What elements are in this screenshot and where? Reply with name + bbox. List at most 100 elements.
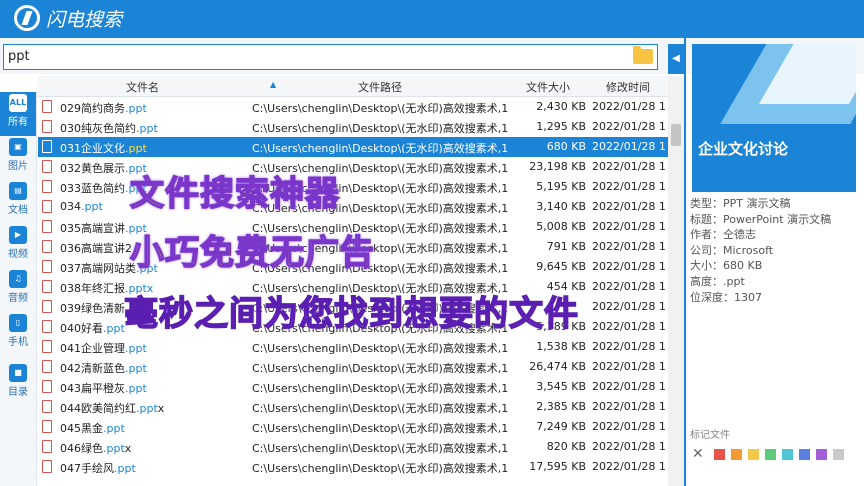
file-modified: 2022/01/28 1 — [592, 200, 666, 213]
scrollbar-thumb[interactable] — [671, 124, 681, 146]
table-row[interactable]: 044欧美简约红.pptx C:\Users\chenglin\Desktop\(… — [38, 397, 668, 417]
file-size: 2,385 KB — [536, 400, 586, 413]
file-size: 791 KB — [546, 240, 586, 253]
file-name-text: 041企业管理 — [60, 342, 125, 355]
file-modified: 2022/01/28 1 — [592, 340, 666, 353]
all-icon: ALL — [9, 94, 27, 112]
collapse-panel-button[interactable]: ◀ — [668, 44, 684, 74]
lightning-logo-icon — [14, 5, 40, 31]
file-size: 5,008 KB — [536, 220, 586, 233]
file-name: 044欧美简约红.pptx — [60, 400, 164, 416]
file-preview: 企业文化讨论 — [692, 44, 856, 192]
file-path: C:\Users\chenglin\Desktop\(无水印)高效搜素术,10.… — [252, 442, 508, 455]
file-modified: 2022/01/28 1 — [592, 320, 666, 333]
sidebar-item-label: 手机 — [8, 337, 28, 348]
property-author: 作者：仝德志 — [690, 228, 756, 242]
file-path: C:\Users\chenglin\Desktop\(无水印)高效搜素术,10.… — [252, 102, 508, 115]
document-icon: ▤ — [9, 182, 27, 200]
file-path: C:\Users\chenglin\Desktop\(无水印)高效搜素术,10.… — [252, 342, 508, 355]
file-modified: 2022/01/28 1 — [592, 300, 666, 313]
ppt-file-icon — [42, 280, 52, 293]
ppt-file-icon — [42, 460, 52, 473]
table-row[interactable]: 043扁平橙灰.ppt C:\Users\chenglin\Desktop\(无水… — [38, 377, 668, 397]
sidebar-item-video[interactable]: ▶ 视频 — [0, 224, 36, 268]
file-name-text: 032黄色展示 — [60, 162, 125, 175]
file-size: 680 KB — [546, 140, 586, 153]
column-header-name[interactable]: 文件名 — [126, 79, 159, 95]
file-name: 043扁平橙灰.ppt — [60, 380, 147, 396]
color-mark-swatch[interactable] — [799, 449, 810, 460]
file-name-text: 040好看 — [60, 322, 103, 335]
ppt-file-icon — [42, 400, 52, 413]
file-name-text: 029简约商务 — [60, 102, 125, 115]
file-extension: .ppt — [103, 422, 125, 435]
file-modified: 2022/01/28 1 — [592, 360, 666, 373]
vertical-scrollbar[interactable] — [668, 76, 684, 486]
color-mark-swatch[interactable] — [748, 449, 759, 460]
file-modified: 2022/01/28 1 — [592, 460, 666, 473]
table-row[interactable]: 030纯灰色简约.ppt C:\Users\chenglin\Desktop\(无… — [38, 117, 668, 137]
promo-subline: 小巧免费无广告 — [129, 232, 375, 274]
folder-icon[interactable] — [633, 46, 653, 64]
file-modified: 2022/01/28 1 — [592, 140, 666, 153]
file-name-text: 030纯灰色简约 — [60, 122, 136, 135]
color-mark-swatch[interactable] — [731, 449, 742, 460]
file-extension: .ppt — [125, 342, 147, 355]
file-name: 047手绘风.ppt — [60, 460, 136, 476]
table-row[interactable]: 029简约商务.ppt C:\Users\chenglin\Desktop\(无水… — [38, 97, 668, 117]
clear-mark-icon[interactable]: ✕ — [692, 446, 704, 462]
file-modified: 2022/01/28 1 — [592, 400, 666, 413]
file-path: C:\Users\chenglin\Desktop\(无水印)高效搜素术,10.… — [252, 422, 508, 435]
sidebar-item-documents[interactable]: ▤ 文档 — [0, 180, 36, 224]
file-modified: 2022/01/28 1 — [592, 180, 666, 193]
table-row[interactable]: 046绿色.pptx C:\Users\chenglin\Desktop\(无水印… — [38, 437, 668, 457]
color-mark-swatch[interactable] — [782, 449, 793, 460]
column-header-path[interactable]: 文件路径 — [358, 79, 402, 95]
table-row[interactable]: 047手绘风.ppt C:\Users\chenglin\Desktop\(无水印… — [38, 457, 668, 477]
file-modified: 2022/01/28 1 — [592, 240, 666, 253]
promo-headline: 文件搜索神器 — [129, 173, 340, 215]
table-row[interactable]: 045黑金.ppt C:\Users\chenglin\Desktop\(无水印)… — [38, 417, 668, 437]
sidebar-item-images[interactable]: ▣ 图片 — [0, 136, 36, 180]
sidebar-item-directory[interactable]: ■ 目录 — [0, 362, 36, 406]
file-name: 036高端宣讲2 — [60, 240, 132, 256]
color-mark-swatch[interactable] — [816, 449, 827, 460]
sidebar-item-label: 视频 — [8, 249, 28, 260]
sidebar-item-all[interactable]: ALL 所有 — [0, 92, 36, 136]
sidebar-item-audio[interactable]: ♫ 音频 — [0, 268, 36, 312]
file-name-text: 046绿色 — [60, 442, 103, 455]
file-modified: 2022/01/28 1 — [592, 220, 666, 233]
file-name: 041企业管理.ppt — [60, 340, 147, 356]
file-name: 046绿色.pptx — [60, 440, 131, 456]
file-name: 029简约商务.ppt — [60, 100, 147, 116]
color-mark-swatch[interactable] — [765, 449, 776, 460]
color-mark-swatch[interactable] — [714, 449, 725, 460]
table-row[interactable]: 031企业文化.ppt C:\Users\chenglin\Desktop\(无水… — [38, 137, 668, 157]
file-path: C:\Users\chenglin\Desktop\(无水印)高效搜素术,10.… — [252, 462, 508, 475]
table-row[interactable]: 041企业管理.ppt C:\Users\chenglin\Desktop\(无水… — [38, 337, 668, 357]
file-modified: 2022/01/28 1 — [592, 120, 666, 133]
file-modified: 2022/01/28 1 — [592, 160, 666, 173]
property-bit-depth: 位深度：1307 — [690, 290, 762, 304]
column-header-size[interactable]: 文件大小 — [526, 79, 570, 95]
table-row[interactable]: 042清新蓝色.ppt C:\Users\chenglin\Desktop\(无水… — [38, 357, 668, 377]
search-input[interactable]: ppt — [3, 44, 658, 70]
file-size: 820 KB — [546, 440, 586, 453]
color-mark-swatch[interactable] — [833, 449, 844, 460]
sidebar-item-label: 文档 — [8, 205, 28, 216]
property-height: 高度：.ppt — [690, 274, 745, 288]
folder-icon: ■ — [9, 364, 27, 382]
file-name-text: 037高端网站类 — [60, 262, 136, 275]
file-size: 3,140 KB — [536, 200, 586, 213]
file-name-text: 044欧美简约红 — [60, 402, 136, 415]
file-size: 17,595 KB — [529, 460, 586, 473]
sidebar-item-phone[interactable]: ▯ 手机 — [0, 312, 36, 356]
file-extension: .ppt — [125, 382, 147, 395]
file-name-text: 033蓝色简约 — [60, 182, 125, 195]
sidebar-item-label: 所有 — [8, 117, 28, 128]
file-extension-suffix: x — [157, 402, 165, 415]
file-size: 26,474 KB — [529, 360, 586, 373]
file-path: C:\Users\chenglin\Desktop\(无水印)高效搜素术,10.… — [252, 402, 508, 415]
column-header-modified[interactable]: 修改时间 — [606, 79, 650, 95]
file-size: 5,195 KB — [536, 180, 586, 193]
